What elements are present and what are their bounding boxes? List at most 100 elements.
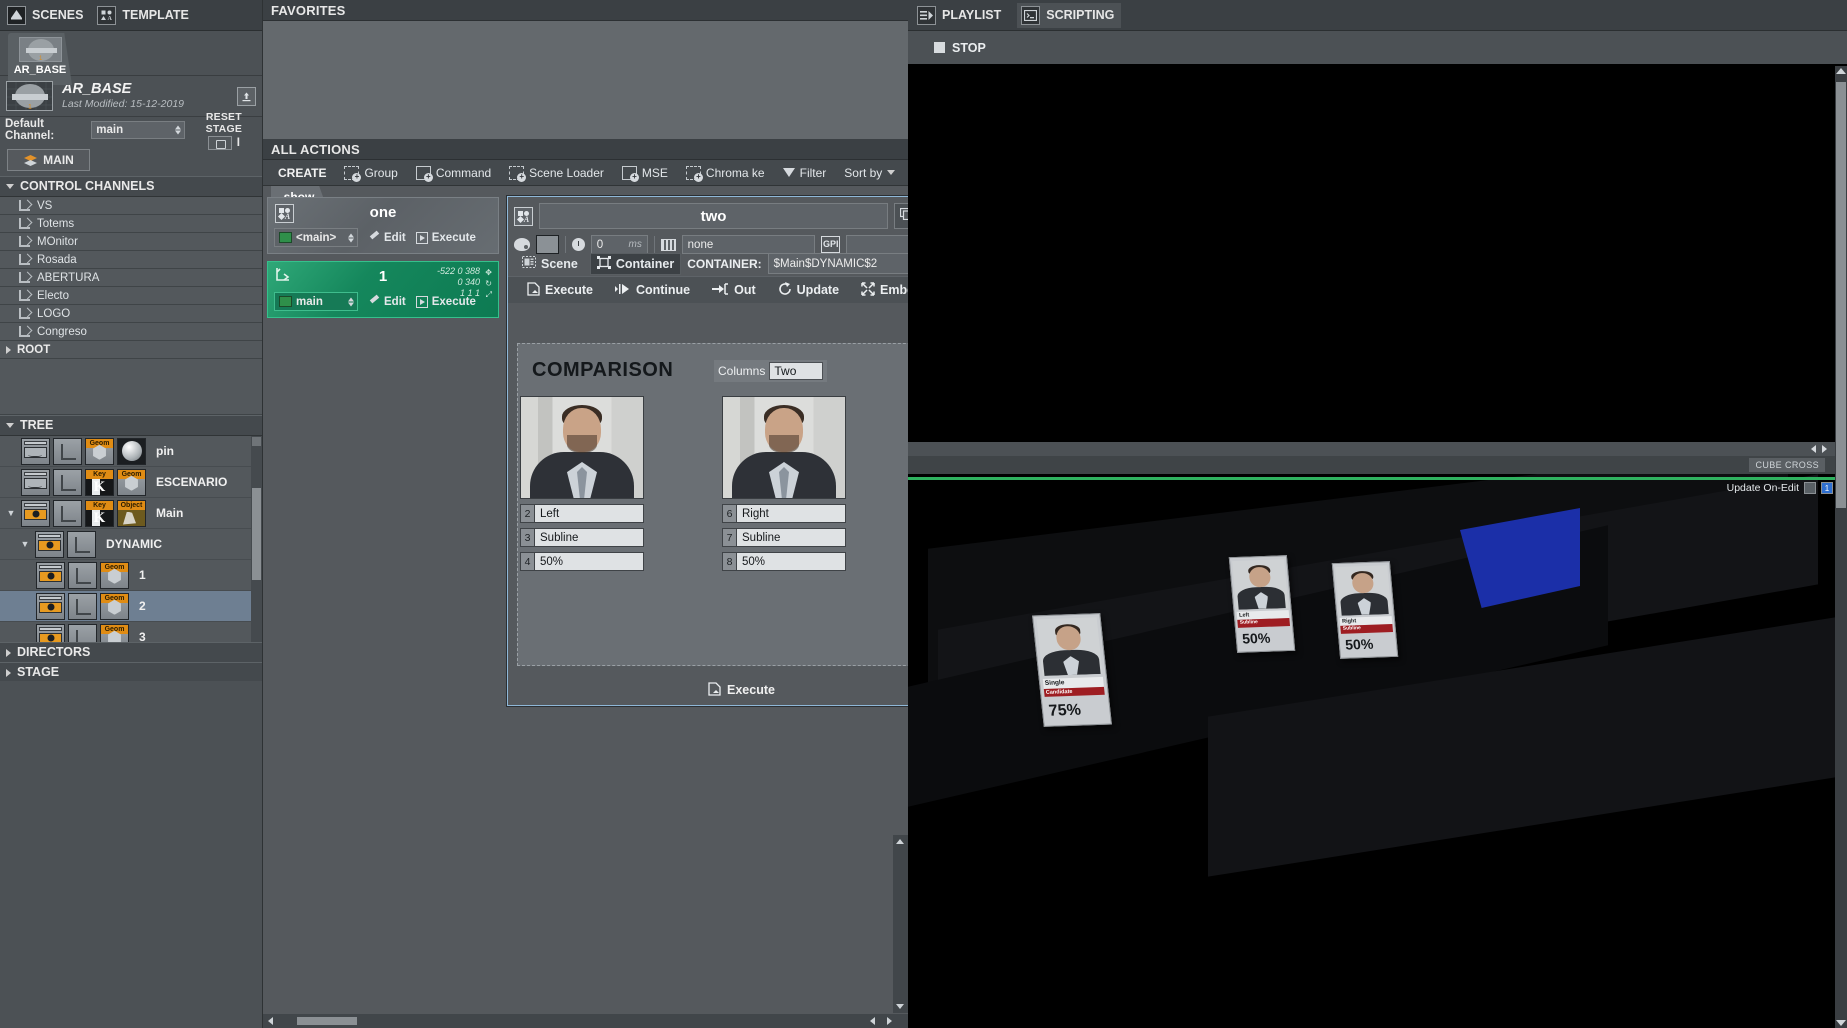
scroll-right-arrow[interactable] <box>1822 445 1827 453</box>
form-field-row[interactable]: 8 50% <box>722 552 846 571</box>
center-horizontal-scrollbar[interactable] <box>263 1014 908 1028</box>
form-field-row[interactable]: 2 Left <box>520 504 644 523</box>
stage-card-right[interactable]: Right Subline 50% <box>1332 561 1398 659</box>
add-group-button[interactable]: +Group <box>335 160 406 186</box>
table-row[interactable]: ▼ DYNAMIC <box>0 529 262 560</box>
field-value[interactable]: 50% <box>534 552 644 571</box>
stage-card-left[interactable]: Left Subline 50% <box>1229 555 1295 653</box>
form-field-row[interactable]: 7 Subline <box>722 528 846 547</box>
scroll-down-arrow[interactable] <box>1836 1020 1846 1026</box>
default-channel-select[interactable]: main <box>91 121 184 139</box>
scroll-thumb[interactable] <box>252 488 261 580</box>
list-item[interactable]: Congreso <box>0 323 262 341</box>
on-edit-toggle[interactable] <box>1804 482 1816 494</box>
scroll-left-arrow[interactable] <box>1811 445 1816 453</box>
scroll-up-arrow[interactable] <box>1836 68 1846 74</box>
axis-icon[interactable] <box>68 562 97 589</box>
dialog-name-field[interactable]: two <box>539 203 888 229</box>
table-row[interactable]: ▼ KeyK Object Main <box>0 498 262 529</box>
table-row[interactable]: Geom 1 <box>0 560 262 591</box>
axis-icon[interactable] <box>67 531 96 558</box>
dialog-execute-button[interactable]: Execute <box>508 675 975 705</box>
axis-icon[interactable] <box>53 500 82 527</box>
filter-button[interactable]: Filter <box>774 160 836 186</box>
action-card-1[interactable]: 1 -522 0 388✥ 0 340↻ 1 1 1⤢ main Edit Ex… <box>267 261 499 318</box>
geometry-icon[interactable]: Geom <box>117 469 146 496</box>
add-command-button[interactable]: +Command <box>407 160 500 186</box>
visibility-icon[interactable] <box>36 593 65 620</box>
axis-icon[interactable] <box>53 469 82 496</box>
material-icon[interactable] <box>117 438 146 465</box>
tree-header[interactable]: TREE <box>0 415 262 436</box>
tab-scene[interactable]: Scene <box>516 254 584 273</box>
geometry-icon[interactable]: Geom <box>85 438 114 465</box>
center-vertical-scrollbar[interactable] <box>893 835 908 1013</box>
geometry-icon[interactable]: Geom <box>100 562 129 589</box>
execute-button[interactable]: Execute <box>516 282 604 299</box>
tab-playlist[interactable]: PLAYLIST <box>917 6 1001 25</box>
tab-container[interactable]: Container <box>590 253 681 275</box>
create-button[interactable]: CREATE <box>269 160 335 186</box>
tab-scripting[interactable]: SCRIPTING <box>1017 3 1121 28</box>
geometry-icon[interactable]: Geom <box>100 593 129 620</box>
list-item[interactable]: VS <box>0 197 262 215</box>
field-value[interactable]: Left <box>534 504 644 523</box>
visibility-icon[interactable] <box>35 531 64 558</box>
field-value[interactable]: Subline <box>736 528 846 547</box>
viewport-vertical-scrollbar[interactable] <box>1835 66 1847 1028</box>
key-icon[interactable]: KeyK <box>85 469 114 496</box>
sort-by-button[interactable]: Sort by <box>835 160 904 186</box>
table-row[interactable]: KeyK Geom ESCENARIO <box>0 467 262 498</box>
stage-card-single[interactable]: Single Candidate 75% <box>1032 613 1112 727</box>
update-on-edit-control[interactable]: Update On-Edit 1 <box>1727 482 1833 494</box>
action-editor-dialog[interactable]: A two Window 0 ms none GPI <box>507 196 976 706</box>
action-channel-select[interactable]: main <box>274 292 358 311</box>
visibility-icon[interactable] <box>36 562 65 589</box>
tree-expander[interactable]: ▼ <box>18 539 32 549</box>
photo-thumbnail[interactable] <box>722 396 846 499</box>
field-value[interactable]: Right <box>736 504 846 523</box>
axis-icon[interactable] <box>53 438 82 465</box>
edit-action-button[interactable]: Edit <box>368 296 406 308</box>
list-item[interactable]: ABERTURA <box>0 269 262 287</box>
add-scene-loader-button[interactable]: +Scene Loader <box>500 160 613 186</box>
color-palette-icon[interactable] <box>514 238 530 251</box>
list-item[interactable]: LOGO <box>0 305 262 323</box>
list-item[interactable]: Rosada <box>0 251 262 269</box>
key-icon[interactable]: KeyK <box>85 500 114 527</box>
add-chroma-key-button[interactable]: +Chroma ke <box>677 160 774 186</box>
favorites-body[interactable] <box>263 21 908 139</box>
scroll-page-left[interactable] <box>870 1017 875 1025</box>
tree-scrollbar[interactable] <box>251 436 262 666</box>
list-item[interactable]: Totems <box>0 215 262 233</box>
scroll-up-arrow[interactable] <box>252 437 261 446</box>
delay-field[interactable]: 0 ms <box>591 235 648 254</box>
execute-action-button[interactable]: Execute <box>416 232 476 244</box>
execute-action-button[interactable]: Execute <box>416 296 476 308</box>
scroll-thumb[interactable] <box>297 1017 357 1025</box>
scroll-down-arrow[interactable] <box>896 1004 904 1009</box>
list-item-root[interactable]: ROOT <box>0 341 262 359</box>
viewport-horizontal-scrollbar[interactable] <box>908 442 1835 456</box>
tab-template[interactable]: A TEMPLATE <box>97 6 188 25</box>
table-row[interactable]: Geom 2 <box>0 591 262 622</box>
color-swatch[interactable] <box>536 235 559 254</box>
photo-thumbnail[interactable] <box>520 396 644 499</box>
out-button[interactable]: Out <box>701 283 767 298</box>
list-item[interactable]: Electo <box>0 287 262 305</box>
shortcut-field[interactable]: none <box>682 235 816 254</box>
upload-scene-button[interactable] <box>237 87 256 106</box>
tab-scenes[interactable]: SCENES <box>7 6 83 25</box>
update-button[interactable]: Update <box>767 282 850 299</box>
form-field-row[interactable]: 6 Right <box>722 504 846 523</box>
scroll-left-arrow[interactable] <box>268 1017 273 1025</box>
columns-select[interactable]: Two <box>769 362 823 380</box>
directors-header[interactable]: DIRECTORS <box>0 642 262 663</box>
visibility-icon[interactable] <box>21 469 50 496</box>
scene-tab-ar-base[interactable]: 1 AR_BASE <box>8 33 72 85</box>
continue-button[interactable]: Continue <box>604 283 701 298</box>
tree-expander[interactable]: ▼ <box>4 508 18 518</box>
viewport-view-tag[interactable]: CUBE CROSS <box>1749 458 1825 472</box>
add-mse-button[interactable]: +MSE <box>613 160 677 186</box>
reset-stage-button[interactable] <box>208 136 232 150</box>
